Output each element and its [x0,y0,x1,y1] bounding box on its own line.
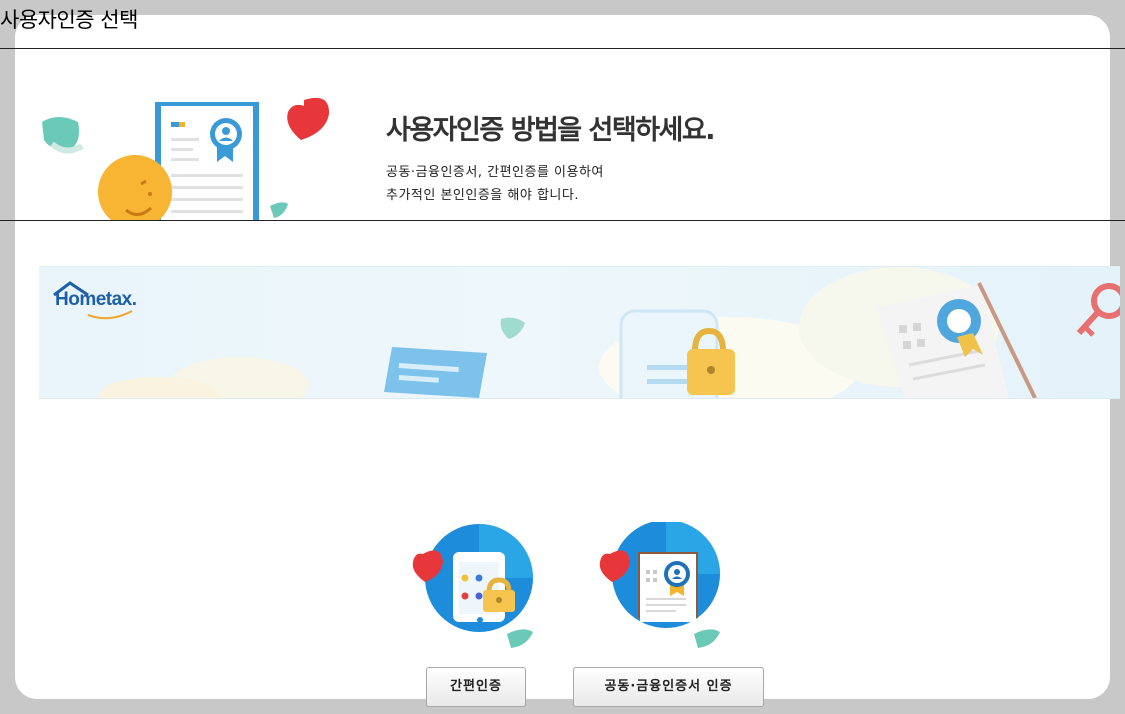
hero-description-line-1: 공동·금융인증서, 간편인증를 이용하여 [386,165,604,180]
certificate-auth-button[interactable]: 공동·금융인증서 인증 [573,667,764,707]
hero-divider [0,220,1125,221]
certificate-icon[interactable] [596,522,726,652]
heart-icon [287,97,330,140]
hero-illustration [42,97,330,221]
hometax-banner [39,266,1120,399]
simple-auth-button[interactable]: 간편인증 [426,667,526,707]
leaf-icon [42,117,79,151]
window-title: 사용자인증 선택 [0,8,138,32]
phone-lock-icon[interactable] [409,522,539,652]
card-icon [384,347,487,398]
banner-illustration [99,267,1120,398]
hometax-logo-text: Hometax. [55,289,137,310]
title-divider [0,48,1125,49]
hero-description-line-2: 추가적인 본인인증을 해야 합니다. [386,188,579,203]
hero-title: 사용자인증 방법을 선택하세요. [386,115,715,146]
